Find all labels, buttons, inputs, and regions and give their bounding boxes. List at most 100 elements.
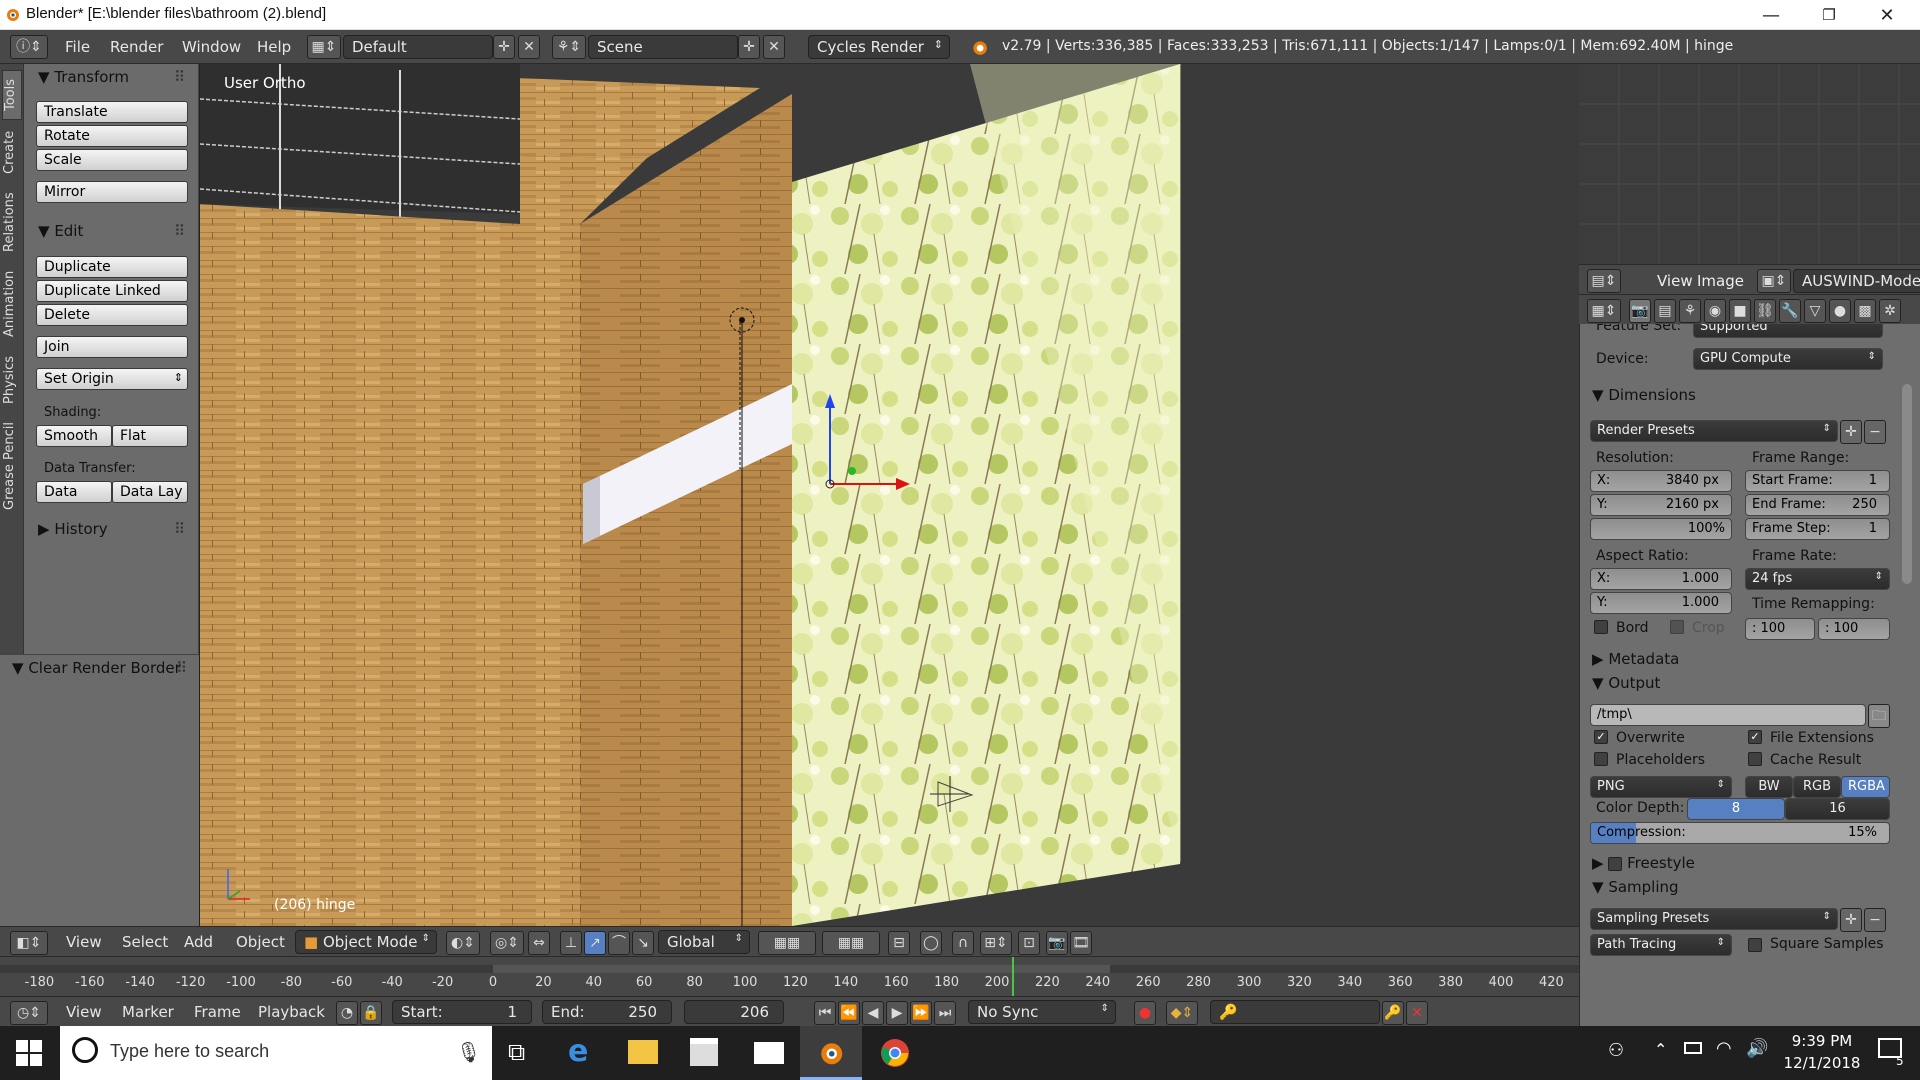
- screen-layout-icon[interactable]: ▦⇕: [307, 35, 341, 59]
- play-reverse-icon[interactable]: ◀: [862, 1001, 884, 1025]
- tab-relations[interactable]: Relations: [2, 186, 22, 258]
- panel-grip-icon[interactable]: ⠿: [174, 68, 185, 86]
- history-panel-header[interactable]: ▶ History: [38, 520, 108, 538]
- color-bw-button[interactable]: BW: [1745, 776, 1793, 798]
- remove-scene-icon[interactable]: ✕: [763, 35, 785, 59]
- join-button[interactable]: Join: [36, 336, 188, 358]
- show-hidden-icons[interactable]: ⌃: [1654, 1040, 1667, 1059]
- timeline-playback-menu[interactable]: Playback: [258, 1003, 325, 1021]
- layout-field[interactable]: Default: [343, 35, 493, 59]
- color-depth-16-button[interactable]: 16: [1785, 798, 1890, 820]
- add-layout-icon[interactable]: ✛: [493, 35, 515, 59]
- render-tab-icon[interactable]: 📷: [1629, 299, 1651, 323]
- edit-panel-header[interactable]: ▼ Edit: [38, 222, 83, 240]
- frame-step-field[interactable]: Frame Step: 1: [1745, 518, 1890, 540]
- timeline-frame-menu[interactable]: Frame: [194, 1003, 241, 1021]
- properties-scrollbar[interactable]: [1902, 384, 1912, 584]
- wifi-icon[interactable]: ◠: [1716, 1038, 1732, 1059]
- timeline-editor-type-icon[interactable]: ◷⇕: [10, 1001, 48, 1025]
- resolution-percentage-field[interactable]: 100%: [1590, 518, 1732, 540]
- layers-grid-b[interactable]: ▦▦: [822, 931, 880, 955]
- border-checkbox[interactable]: [1594, 620, 1608, 634]
- arc-manipulator-icon[interactable]: ⌒: [608, 931, 630, 955]
- magnet-icon[interactable]: ∩: [952, 931, 974, 955]
- jump-next-keyframe-icon[interactable]: ⏩: [910, 1001, 932, 1025]
- add-preset-icon[interactable]: ✛: [1840, 420, 1862, 444]
- image-browse-icon[interactable]: ▣⇕: [1757, 269, 1791, 293]
- start-frame-timeline-field[interactable]: Start: 1: [392, 1000, 532, 1024]
- render-layers-icon[interactable]: ▤: [1654, 299, 1676, 323]
- menu-window[interactable]: Window: [182, 38, 241, 56]
- viewport-shading-icon[interactable]: ◐⇕: [446, 931, 480, 955]
- texture-tab-icon[interactable]: ▩: [1854, 299, 1876, 323]
- menu-render[interactable]: Render: [110, 38, 163, 56]
- 3d-viewport[interactable]: User Ortho (206) hinge: [199, 64, 1579, 926]
- lock-range-icon[interactable]: 🔒: [360, 1001, 382, 1025]
- end-frame-field[interactable]: End Frame: 250: [1745, 494, 1890, 516]
- layers-grid-a[interactable]: ▦▦: [758, 931, 816, 955]
- tab-physics[interactable]: Physics: [2, 350, 22, 410]
- view3d-object-menu[interactable]: Object: [236, 933, 285, 951]
- sampling-presets-dropdown[interactable]: Sampling Presets ⇕: [1590, 908, 1838, 930]
- time-remap-new-field[interactable]: : 100: [1818, 618, 1890, 640]
- constraints-tab-icon[interactable]: ⛓: [1754, 299, 1776, 323]
- remove-layout-icon[interactable]: ✕: [518, 35, 540, 59]
- operator-panel-header[interactable]: ▼ Clear Render Border: [12, 659, 181, 677]
- frame-rate-dropdown[interactable]: 24 fps ⇕: [1745, 568, 1890, 590]
- translate-button[interactable]: Translate: [36, 101, 188, 123]
- menu-file[interactable]: File: [65, 38, 90, 56]
- particles-tab-icon[interactable]: ✲: [1879, 299, 1901, 323]
- resolution-x-field[interactable]: X: 3840 px: [1590, 470, 1732, 492]
- search-box[interactable]: Type here to search 🎙: [60, 1026, 492, 1080]
- keying-set-field[interactable]: 🔑: [1210, 1000, 1380, 1024]
- aspect-x-field[interactable]: X: 1.000: [1590, 568, 1732, 590]
- mirror-button[interactable]: Mirror: [36, 181, 188, 203]
- task-view-icon[interactable]: ⧉: [508, 1038, 525, 1066]
- duplicate-linked-button[interactable]: Duplicate Linked: [36, 280, 188, 302]
- properties-editor-type-icon[interactable]: ▦⇕: [1587, 299, 1621, 323]
- minimize-button[interactable]: —: [1742, 0, 1800, 30]
- timeline[interactable]: -180 -160 -140 -120 -100 -80 -60 -40 -20 0 20 40 60 8…: [0, 956, 1579, 997]
- render-presets-dropdown[interactable]: Render Presets ⇕: [1590, 420, 1838, 442]
- render-animation-icon[interactable]: 🎞: [1070, 931, 1092, 955]
- remove-preset-icon[interactable]: −: [1864, 420, 1886, 444]
- output-panel-header[interactable]: ▼ Output: [1592, 674, 1660, 692]
- view3d-select-menu[interactable]: Select: [122, 933, 168, 951]
- transform-panel-header[interactable]: ▼ Transform: [38, 68, 129, 86]
- menu-help[interactable]: Help: [257, 38, 291, 56]
- freestyle-panel-header[interactable]: ▶ Freestyle: [1592, 854, 1695, 872]
- smooth-button[interactable]: Smooth: [36, 425, 112, 447]
- jump-end-icon[interactable]: ⏭: [934, 1001, 956, 1025]
- translate-manipulator-icon[interactable]: ⊥: [560, 931, 582, 955]
- preview-range-icon[interactable]: ◔: [336, 1001, 358, 1025]
- tab-create[interactable]: Create: [2, 124, 22, 180]
- play-icon[interactable]: ▶: [886, 1001, 908, 1025]
- rotate-manipulator-icon[interactable]: ↗: [584, 931, 606, 955]
- maximize-button[interactable]: ❐: [1800, 0, 1858, 30]
- folder-icon[interactable]: 🗀: [1868, 704, 1890, 728]
- metadata-panel-header[interactable]: ▶ Metadata: [1592, 650, 1679, 668]
- tab-tools[interactable]: Tools: [2, 70, 22, 120]
- add-sampling-preset-icon[interactable]: ✛: [1840, 908, 1862, 932]
- view3d-view-menu[interactable]: View: [66, 933, 102, 951]
- color-rgb-button[interactable]: RGB: [1793, 776, 1841, 798]
- tab-grease-pencil[interactable]: Grease Pencil: [2, 416, 22, 516]
- color-rgba-button[interactable]: RGBA: [1841, 776, 1890, 798]
- start-frame-field[interactable]: Start Frame: 1: [1745, 470, 1890, 492]
- world-tab-icon[interactable]: ◉: [1704, 299, 1726, 323]
- 3d-view-editor-type-icon[interactable]: ◧⇕: [10, 931, 48, 955]
- scale-manipulator-icon[interactable]: ↘: [632, 931, 654, 955]
- keying-icon[interactable]: ◆⇕: [1166, 1001, 1198, 1025]
- resolution-y-field[interactable]: Y: 2160 px: [1590, 494, 1732, 516]
- end-frame-timeline-field[interactable]: End: 250: [542, 1000, 672, 1024]
- microphone-icon[interactable]: 🎙: [456, 1040, 481, 1064]
- current-frame-field[interactable]: 206: [684, 1000, 784, 1024]
- data-layout-button[interactable]: Data Lay: [112, 481, 188, 503]
- proportional-edit-icon[interactable]: ◯: [920, 931, 942, 955]
- data-tab-icon[interactable]: ▽: [1804, 299, 1826, 323]
- jump-prev-keyframe-icon[interactable]: ⏪: [838, 1001, 860, 1025]
- file-extensions-checkbox[interactable]: ✓: [1748, 730, 1762, 744]
- path-tracing-dropdown[interactable]: Path Tracing ⇕: [1590, 934, 1732, 956]
- record-icon[interactable]: ●: [1134, 1001, 1156, 1025]
- clock-time[interactable]: 9:39 PM: [1782, 1032, 1862, 1050]
